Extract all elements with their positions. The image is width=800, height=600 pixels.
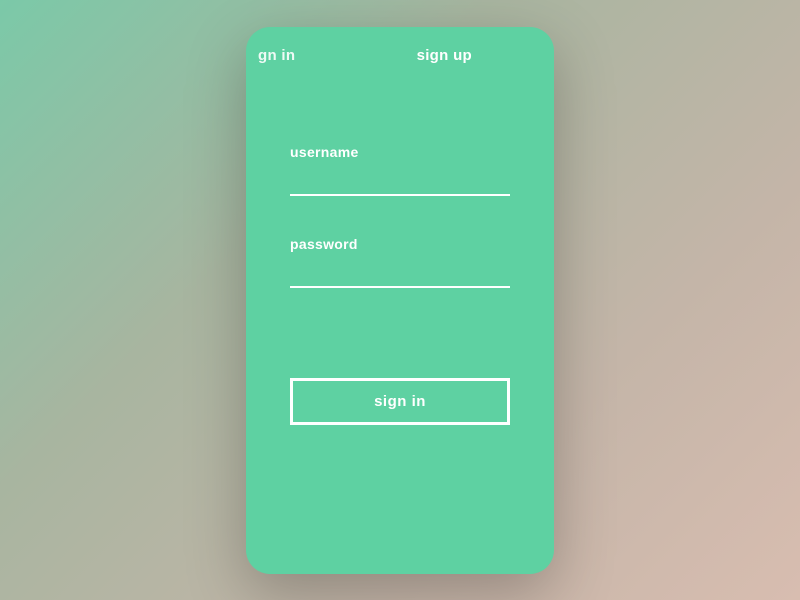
password-input[interactable] [290,266,510,288]
auth-card: gn in sign up username password sign in [246,27,554,574]
auth-form: username password sign in [276,144,524,425]
tab-signup[interactable]: sign up [417,47,472,64]
tab-bar: gn in sign up [276,47,524,64]
password-field-group: password [290,236,510,288]
username-input[interactable] [290,174,510,196]
tab-signin[interactable]: gn in [258,47,295,64]
password-label: password [290,236,510,252]
username-field-group: username [290,144,510,196]
signin-button[interactable]: sign in [290,378,510,425]
username-label: username [290,144,510,160]
